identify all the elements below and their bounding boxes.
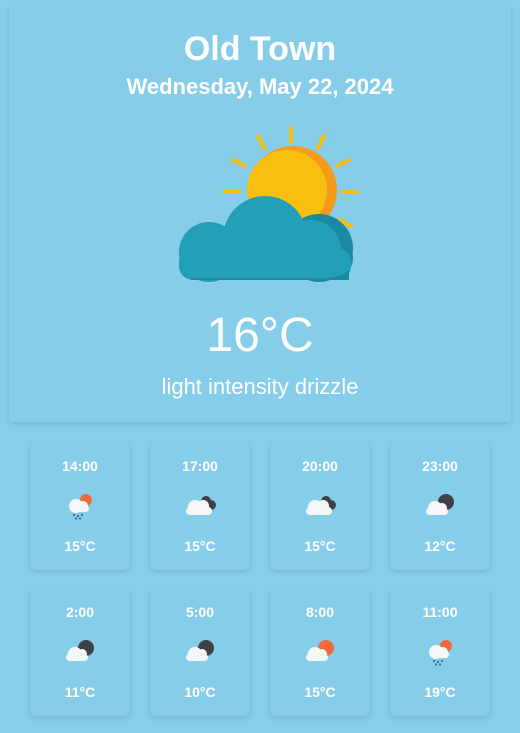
forecast-temp: 15°C [304,684,336,700]
forecast-card-17-00: 17:00 15°C [150,442,250,570]
weather-description: light intensity drizzle [161,374,359,399]
current-date: Wednesday, May 22, 2024 [126,74,394,99]
moon-cloud-icon [186,640,214,661]
forecast-card-5-00: 5:00 10°C [150,588,250,716]
forecast-time: 8:00 [305,604,335,620]
rain-sun-cloud-icon [69,494,92,520]
forecast-card-8-00: 8:00 15°C [270,588,370,716]
sun-behind-cloud-icon [179,126,359,282]
forecast-card-11-00: 11:00 19°C [390,588,490,716]
forecast-card-23-00: 23:00 12°C [390,442,490,570]
forecast-temp: 11°C [64,684,96,700]
sun-cloud-icon [306,640,334,661]
forecast-temp: 15°C [64,538,96,554]
moon-cloud-icon [66,640,94,661]
forecast-card-2-00: 2:00 11°C [30,588,130,716]
forecast-time: 5:00 [185,604,215,620]
forecast-time: 2:00 [65,604,95,620]
forecast-temp: 15°C [184,538,216,554]
rain-sun-cloud-icon [429,640,452,666]
city-name: Old Town [183,30,337,68]
forecast-temp: 12°C [424,538,456,554]
forecast-temp: 15°C [304,538,336,554]
current-temperature: 16°C [206,309,314,362]
forecast-time: 17:00 [182,458,218,474]
cloud-moon-icon [306,496,336,515]
moon-cloud-icon [426,494,454,515]
forecast-temp: 10°C [184,684,216,700]
forecast-time: 20:00 [302,458,338,474]
forecast-time: 11:00 [422,604,458,620]
forecast-time: 23:00 [422,458,458,474]
forecast-card-20-00: 20:00 15°C [270,442,370,570]
forecast-card-14-00: 14:00 15°C [30,442,130,570]
current-weather-card: Old Town Wednesday, May 22, 2024 16°C li… [9,4,511,422]
forecast-time: 14:00 [62,458,98,474]
forecast-temp: 19°C [424,684,456,700]
cloud-moon-icon [186,496,216,515]
